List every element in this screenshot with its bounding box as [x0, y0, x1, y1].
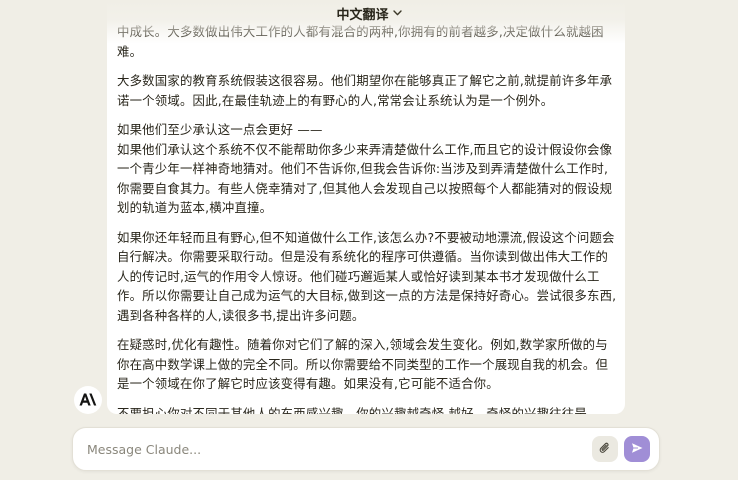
- message-paragraph: 如果他们至少承认这一点会更好 ——: [117, 122, 323, 137]
- message-paragraph: 如果你还年轻而且有野心,但不知道做什么工作,该怎么办?不要被动地漂流,假设这个问…: [117, 229, 617, 323]
- assistant-message: 中成长。大多数做出伟大工作的人都有混合的两种,你拥有的前者越多,决定做什么就越困…: [107, 0, 625, 414]
- send-arrow-icon: [630, 440, 644, 459]
- paperclip-icon: [598, 440, 612, 459]
- anthropic-logo-icon: [79, 391, 97, 410]
- message-composer: [72, 427, 660, 471]
- chat-title-dropdown[interactable]: 中文翻译: [336, 4, 402, 23]
- send-message-button[interactable]: [624, 436, 650, 462]
- message-paragraph: 在疑惑时,优化有趣性。随着你对它们了解的深入,领域会发生变化。例如,数学家所做的…: [117, 337, 609, 391]
- message-paragraph: 大多数国家的教育系统假装这很容易。他们期望你在能够真正了解它之前,就提前许多年承…: [117, 73, 613, 108]
- chat-header: 中文翻译: [0, 0, 738, 26]
- message-paragraph: 中成长。大多数做出伟大工作的人都有混合的两种,你拥有的前者越多,决定做什么就越困…: [117, 24, 604, 59]
- message-paragraph: 如果他们承认这个系统不仅不能帮助你多少来弄清楚做什么工作,而且它的设计假设你会像…: [117, 141, 613, 216]
- claude-avatar: [74, 386, 102, 414]
- chat-title: 中文翻译: [336, 7, 389, 23]
- message-input[interactable]: [73, 428, 592, 470]
- message-paragraph: 不要担心你对不同于其他人的东西感兴趣。你的兴趣越奇怪,越好。奇怪的兴趣往往是: [117, 405, 587, 415]
- attach-file-button[interactable]: [592, 436, 618, 462]
- chevron-down-icon: [392, 9, 402, 19]
